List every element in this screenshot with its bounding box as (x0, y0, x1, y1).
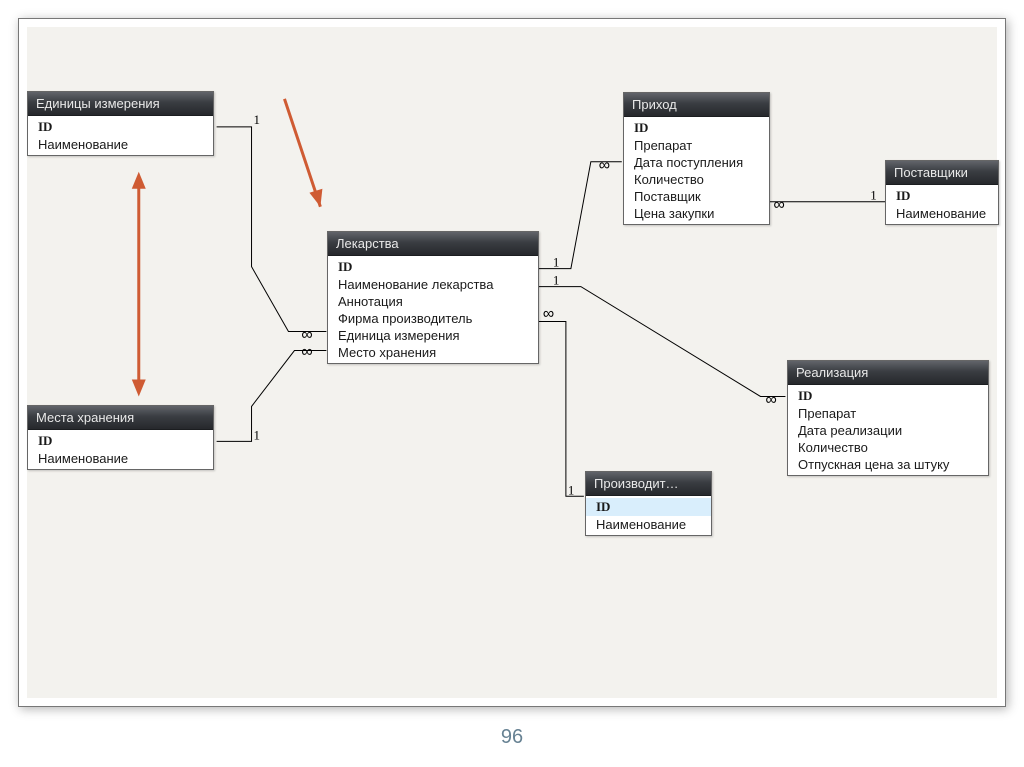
field-id: ID (586, 498, 711, 516)
field: Наименование лекарства (328, 276, 538, 293)
entity-meds-title: Лекарства (328, 232, 538, 256)
entity-manuf: Производит… ID Наименование (585, 471, 712, 536)
svg-text:∞: ∞ (599, 157, 610, 174)
diagram-canvas: 1 ∞ 1 ∞ 1 ∞ 1 (18, 18, 1006, 707)
svg-text:1: 1 (254, 112, 260, 127)
svg-text:∞: ∞ (301, 344, 312, 361)
entity-storage: Места хранения ID Наименование (27, 405, 214, 470)
field: Дата поступления (624, 154, 769, 171)
field-id: ID (328, 258, 538, 276)
field: Наименование (886, 205, 998, 222)
entity-meds: Лекарства ID Наименование лекарства Анно… (327, 231, 539, 364)
entity-suppliers-body: ID Наименование (886, 185, 998, 224)
field: Препарат (624, 137, 769, 154)
rel-meds-sales: 1 ∞ (539, 273, 785, 409)
entity-suppliers: Поставщики ID Наименование (885, 160, 999, 225)
entity-manuf-body: ID Наименование (586, 496, 711, 535)
entity-sales-body: ID Препарат Дата реализации Количество О… (788, 385, 988, 475)
field-id: ID (886, 187, 998, 205)
slide: 1 ко многим многие ко многим (0, 0, 1024, 767)
field: Дата реализации (788, 422, 988, 439)
svg-text:1: 1 (568, 482, 574, 497)
entity-meds-body: ID Наименование лекарства Аннотация Фирм… (328, 256, 538, 363)
svg-text:1: 1 (553, 273, 559, 288)
entity-storage-body: ID Наименование (28, 430, 213, 469)
field-id: ID (28, 118, 213, 136)
field: Количество (788, 439, 988, 456)
entity-incoming: Приход ID Препарат Дата поступления Коли… (623, 92, 770, 225)
rel-storage-meds: 1 ∞ (217, 344, 327, 443)
svg-text:∞: ∞ (301, 327, 312, 344)
entity-sales-title: Реализация (788, 361, 988, 385)
field: Поставщик (624, 188, 769, 205)
svg-text:1: 1 (870, 188, 876, 203)
entity-suppliers-title: Поставщики (886, 161, 998, 185)
field: Наименование (28, 136, 213, 153)
entity-units-title: Единицы измерения (28, 92, 213, 116)
rel-meds-manuf: ∞ 1 (539, 306, 584, 498)
svg-text:∞: ∞ (773, 197, 784, 214)
field: Аннотация (328, 293, 538, 310)
svg-text:∞: ∞ (765, 391, 776, 408)
svg-text:1: 1 (553, 255, 559, 270)
entity-incoming-title: Приход (624, 93, 769, 117)
field-id: ID (788, 387, 988, 405)
field: Наименование (28, 450, 213, 467)
rel-incoming-suppliers: ∞ 1 (765, 188, 885, 214)
field: Отпускная цена за штуку (788, 456, 988, 473)
entity-units: Единицы измерения ID Наименование (27, 91, 214, 156)
field: Количество (624, 171, 769, 188)
er-panel: 1 ∞ 1 ∞ 1 ∞ 1 (27, 27, 997, 698)
svg-text:1: 1 (254, 427, 260, 442)
entity-incoming-body: ID Препарат Дата поступления Количество … (624, 117, 769, 224)
arrow-many-to-many (132, 172, 146, 397)
field: Фирма производитель (328, 310, 538, 327)
entity-manuf-title: Производит… (586, 472, 711, 496)
arrow-one-to-many (284, 99, 322, 207)
field: Наименование (586, 516, 711, 533)
field-id: ID (28, 432, 213, 450)
field: Цена закупки (624, 205, 769, 222)
field: Препарат (788, 405, 988, 422)
entity-storage-title: Места хранения (28, 406, 213, 430)
field: Единица измерения (328, 327, 538, 344)
page-number: 96 (0, 726, 1024, 749)
svg-text:∞: ∞ (543, 306, 554, 323)
rel-meds-incoming: 1 ∞ (539, 157, 622, 270)
entity-sales: Реализация ID Препарат Дата реализации К… (787, 360, 989, 476)
rel-units-meds: 1 ∞ (217, 112, 327, 344)
field: Место хранения (328, 344, 538, 361)
field-id: ID (624, 119, 769, 137)
entity-units-body: ID Наименование (28, 116, 213, 155)
